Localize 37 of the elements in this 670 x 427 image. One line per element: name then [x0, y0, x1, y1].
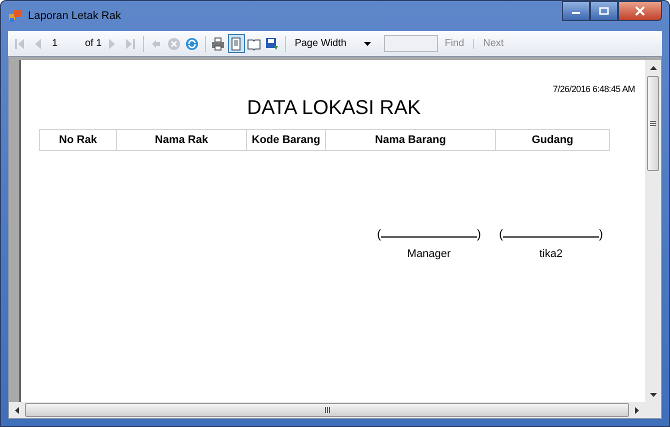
column-header: Nama Rak: [116, 130, 246, 150]
grip-icon: [650, 121, 656, 126]
column-header: Kode Barang: [246, 130, 325, 150]
paren: (: [377, 227, 381, 241]
scroll-left-icon[interactable]: [15, 406, 19, 414]
find-field[interactable]: [384, 35, 438, 52]
scroll-down-icon[interactable]: [650, 393, 656, 397]
refresh-icon[interactable]: [184, 35, 200, 52]
column-header: Gudang: [495, 130, 609, 150]
column-header: No Rak: [58, 133, 98, 148]
window-title: Laporan Letak Rak: [28, 10, 121, 22]
app-icon: [8, 9, 22, 23]
page-number-field[interactable]: 1: [48, 38, 76, 49]
maximize-icon: [599, 7, 609, 15]
timestamp: 7/26/2016 6:48:45 AM: [552, 84, 635, 94]
horizontal-scrollbar[interactable]: [9, 402, 661, 418]
printer-icon[interactable]: [210, 35, 226, 52]
signer-name: tika2: [539, 248, 563, 260]
save-icon[interactable]: [264, 35, 280, 52]
vertical-scrollbar[interactable]: [645, 60, 661, 402]
scroll-right-icon[interactable]: [635, 406, 639, 414]
caret-icon: [364, 42, 371, 46]
report-title: DATA LOKASI RAK: [247, 97, 421, 120]
close-button[interactable]: [618, 1, 662, 21]
page-count: of 1: [85, 38, 102, 49]
paren: (: [499, 227, 503, 241]
minimize-button[interactable]: [562, 1, 590, 21]
zoom-dropdown[interactable]: Page Width: [290, 38, 375, 49]
scroll-up-icon[interactable]: [650, 66, 656, 70]
maximize-button[interactable]: [590, 1, 618, 21]
signer-name: Manager: [407, 248, 451, 260]
close-icon: [635, 6, 645, 16]
column-header: Nama Barang: [325, 130, 495, 150]
paren: ): [477, 227, 481, 241]
grip-icon: [324, 407, 330, 413]
paren: ): [599, 227, 603, 241]
page-icon[interactable]: [228, 35, 244, 52]
